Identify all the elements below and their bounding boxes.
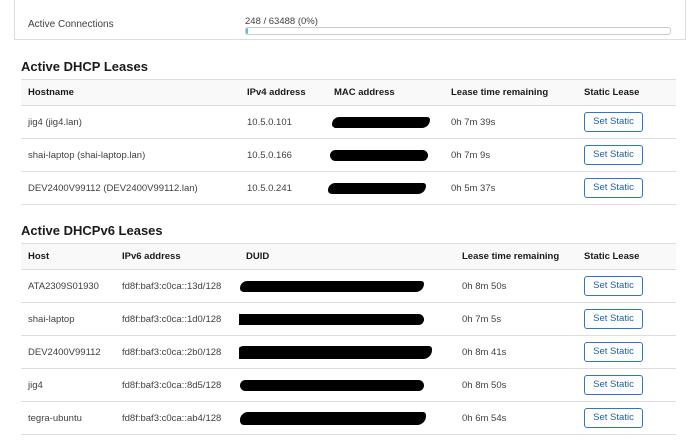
dhcp-static-cell: Set Static bbox=[577, 105, 676, 139]
dhcpv6-duid-redacted bbox=[239, 401, 455, 435]
set-static-button[interactable]: Set Static bbox=[584, 276, 643, 296]
dhcpv6-header-row: Host IPv6 address DUID Lease time remain… bbox=[21, 243, 676, 270]
dhcpv6-host: jig4 bbox=[21, 368, 115, 402]
connections-progress-fill bbox=[246, 28, 248, 34]
dhcp-hostname: DEV2400V99112 (DEV2400V99112.lan) bbox=[21, 171, 240, 205]
dhcpv6-duid-redacted bbox=[239, 335, 455, 369]
dhcpv6-header-host: Host bbox=[21, 243, 115, 270]
dhcpv6-ipv6: fd8f:baf3:c0ca::13d/128 bbox=[115, 269, 239, 303]
dhcpv6-ipv6: fd8f:baf3:c0ca::2b0/128 bbox=[115, 335, 239, 369]
set-static-button[interactable]: Set Static bbox=[584, 309, 643, 329]
dhcp-header-hostname: Hostname bbox=[21, 79, 240, 106]
active-connections-value: 248 / 63488 (0%) bbox=[245, 16, 318, 27]
dhcp-hostname: shai-laptop (shai-laptop.lan) bbox=[21, 138, 240, 172]
connections-progress-bar bbox=[245, 27, 671, 35]
dhcpv6-lease: 0h 8m 50s bbox=[455, 368, 577, 402]
table-row: tegra-ubuntu fd8f:baf3:c0ca::ab4/128 0h … bbox=[21, 401, 676, 435]
dhcpv6-header-ipv6: IPv6 address bbox=[115, 243, 239, 270]
dhcp-header-lease: Lease time remaining bbox=[444, 79, 577, 106]
dhcpv6-header-lease: Lease time remaining bbox=[455, 243, 577, 270]
dhcpv6-duid-redacted bbox=[239, 269, 455, 303]
dhcpv6-lease: 0h 8m 50s bbox=[455, 269, 577, 303]
set-static-button[interactable]: Set Static bbox=[584, 112, 643, 132]
redaction-mark bbox=[240, 379, 424, 391]
redaction-mark bbox=[240, 411, 426, 425]
dhcpv6-lease: 0h 6m 54s bbox=[455, 401, 577, 435]
table-row: jig4 (jig4.lan) 10.5.0.101 0h 7m 39s Set… bbox=[21, 105, 676, 139]
redaction-mark bbox=[239, 313, 424, 325]
set-static-button[interactable]: Set Static bbox=[584, 375, 643, 395]
dhcp-leases-title: Active DHCP Leases bbox=[21, 59, 148, 74]
dhcpv6-header-duid: DUID bbox=[239, 243, 455, 270]
dhcpv6-lease: 0h 7m 5s bbox=[455, 302, 577, 336]
table-row: DEV2400V99112 fd8f:baf3:c0ca::2b0/128 0h… bbox=[21, 335, 676, 369]
dhcpv6-host: ATA2309S01930 bbox=[21, 269, 115, 303]
dhcpv6-static-cell: Set Static bbox=[577, 302, 676, 336]
redaction-mark bbox=[332, 116, 430, 128]
dhcp-header-static: Static Lease bbox=[577, 79, 676, 106]
set-static-button[interactable]: Set Static bbox=[584, 145, 643, 165]
set-static-button[interactable]: Set Static bbox=[584, 408, 643, 428]
dhcpv6-header-static: Static Lease bbox=[577, 243, 676, 270]
redaction-mark bbox=[328, 182, 426, 194]
dhcp-ipv4: 10.5.0.166 bbox=[240, 138, 327, 172]
dhcp-header-ipv4: IPv4 address bbox=[240, 79, 327, 106]
dhcp-header-row: Hostname IPv4 address MAC address Lease … bbox=[21, 79, 676, 106]
dhcpv6-leases-table: Host IPv6 address DUID Lease time remain… bbox=[21, 243, 676, 435]
dhcp-lease: 0h 7m 9s bbox=[444, 138, 577, 172]
dhcpv6-ipv6: fd8f:baf3:c0ca::ab4/128 bbox=[115, 401, 239, 435]
dhcp-mac-redacted bbox=[327, 105, 444, 139]
dhcp-ipv4: 10.5.0.101 bbox=[240, 105, 327, 139]
dhcpv6-host: tegra-ubuntu bbox=[21, 401, 115, 435]
dhcpv6-duid-redacted bbox=[239, 302, 455, 336]
dhcpv6-host: DEV2400V99112 bbox=[21, 335, 115, 369]
set-static-button[interactable]: Set Static bbox=[584, 178, 643, 198]
dhcpv6-static-cell: Set Static bbox=[577, 335, 676, 369]
dhcp-lease: 0h 7m 39s bbox=[444, 105, 577, 139]
dhcpv6-host: shai-laptop bbox=[21, 302, 115, 336]
table-row: shai-laptop (shai-laptop.lan) 10.5.0.166… bbox=[21, 138, 676, 172]
dhcp-ipv4: 10.5.0.241 bbox=[240, 171, 327, 205]
table-row: shai-laptop fd8f:baf3:c0ca::1d0/128 0h 7… bbox=[21, 302, 676, 336]
dhcpv6-lease: 0h 8m 41s bbox=[455, 335, 577, 369]
redaction-mark bbox=[239, 345, 432, 359]
dhcp-static-cell: Set Static bbox=[577, 138, 676, 172]
set-static-button[interactable]: Set Static bbox=[584, 342, 643, 362]
dhcp-header-mac: MAC address bbox=[327, 79, 444, 106]
redaction-mark bbox=[240, 280, 424, 292]
dhcp-mac-redacted bbox=[327, 138, 444, 172]
dhcpv6-leases-title: Active DHCPv6 Leases bbox=[21, 223, 163, 238]
redaction-mark bbox=[330, 149, 428, 161]
dhcp-lease: 0h 5m 37s bbox=[444, 171, 577, 205]
dhcpv6-duid-redacted bbox=[239, 368, 455, 402]
dhcpv6-static-cell: Set Static bbox=[577, 401, 676, 435]
dhcp-hostname: jig4 (jig4.lan) bbox=[21, 105, 240, 139]
table-row: jig4 fd8f:baf3:c0ca::8d5/128 0h 8m 50s S… bbox=[21, 368, 676, 402]
dhcpv6-ipv6: fd8f:baf3:c0ca::1d0/128 bbox=[115, 302, 239, 336]
dhcpv6-static-cell: Set Static bbox=[577, 368, 676, 402]
table-row: DEV2400V99112 (DEV2400V99112.lan) 10.5.0… bbox=[21, 171, 676, 205]
dhcp-static-cell: Set Static bbox=[577, 171, 676, 205]
active-connections-label: Active Connections bbox=[28, 19, 114, 30]
dhcpv6-static-cell: Set Static bbox=[577, 269, 676, 303]
dhcp-mac-redacted bbox=[327, 171, 444, 205]
dhcp-leases-table: Hostname IPv4 address MAC address Lease … bbox=[21, 79, 676, 205]
table-row: ATA2309S01930 fd8f:baf3:c0ca::13d/128 0h… bbox=[21, 269, 676, 303]
connections-panel: Active Connections 248 / 63488 (0%) bbox=[14, 0, 686, 40]
dhcpv6-ipv6: fd8f:baf3:c0ca::8d5/128 bbox=[115, 368, 239, 402]
